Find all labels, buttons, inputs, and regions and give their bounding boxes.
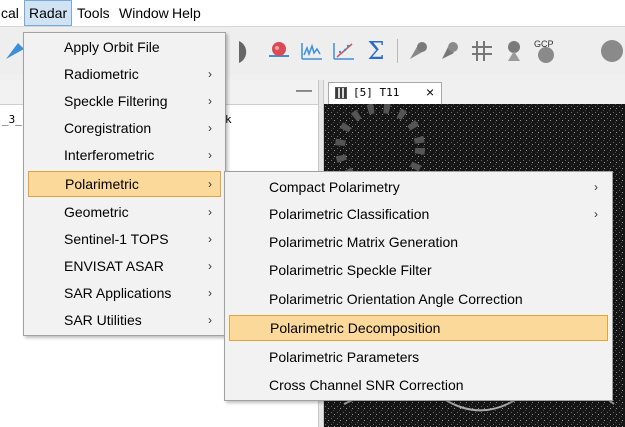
menu-item-label: Polarimetric Decomposition (270, 320, 441, 336)
submenu-arrow-icon: › (208, 67, 212, 81)
menu-bar: cal Radar Tools Window Help (0, 0, 625, 27)
menu-item-radiometric[interactable]: Radiometric › (28, 61, 221, 87)
menu-item-sar-applications[interactable]: SAR Applications › (28, 280, 221, 306)
tab-t11[interactable]: [5] T11 × (328, 82, 442, 104)
menu-item-speckle-filtering[interactable]: Speckle Filtering › (28, 88, 221, 114)
menu-item-label: Radiometric (64, 66, 139, 82)
menu-item-label: Coregistration (64, 120, 152, 136)
menu-item-label: Polarimetric Speckle Filter (269, 262, 432, 278)
submenu-arrow-icon: › (208, 177, 212, 191)
pin-placing-icon[interactable] (500, 37, 528, 65)
menu-item-sentinel-1-tops[interactable]: Sentinel-1 TOPS › (28, 226, 221, 252)
sigma-statistics-icon[interactable]: Σ (362, 37, 390, 65)
tab-label: [5] T11 (353, 86, 400, 99)
menu-item-label: Interferometric (64, 147, 155, 163)
gcp-manager-icon[interactable] (598, 37, 625, 65)
radar-menu: Apply Orbit File Radiometric › Speckle Fi… (23, 32, 226, 336)
menu-item-label: Polarimetric Matrix Generation (269, 234, 459, 250)
menu-item-polarimetric-matrix-generation[interactable]: Polarimetric Matrix Generation (229, 229, 608, 255)
toolbar-separator (397, 39, 398, 63)
submenu-arrow-icon: › (208, 148, 212, 162)
menu-item-label: Polarimetric Classification (269, 206, 430, 222)
brain-analysis-icon[interactable] (265, 37, 293, 65)
menu-item-polarimetric-decomposition[interactable]: Polarimetric Decomposition (229, 315, 608, 341)
menu-window[interactable]: Window (115, 0, 173, 26)
gcp-tool-icon[interactable]: GCP (532, 37, 560, 65)
menu-item-polarimetric-speckle-filter[interactable]: Polarimetric Speckle Filter (229, 257, 608, 283)
menu-item-label: Speckle Filtering (64, 93, 168, 109)
menu-item-compact-polarimetry[interactable]: Compact Polarimetry › (229, 174, 608, 200)
scatter-plot-icon[interactable] (330, 37, 358, 65)
menu-item-coregistration[interactable]: Coregistration › (28, 115, 221, 141)
submenu-arrow-icon: › (594, 180, 598, 194)
menu-item-label: Geometric (64, 204, 129, 220)
menu-item-apply-orbit-file[interactable]: Apply Orbit File (28, 34, 221, 60)
menu-item-polarimetric-parameters[interactable]: Polarimetric Parameters (229, 344, 608, 370)
gcp-label: GCP (534, 39, 554, 49)
menu-item-label: SAR Utilities (64, 312, 142, 328)
menu-item-label: Compact Polarimetry (269, 179, 400, 195)
menu-item-cross-channel-snr-correction[interactable]: Cross Channel SNR Correction (229, 372, 608, 398)
menu-item-sar-utilities[interactable]: SAR Utilities › (28, 307, 221, 333)
menu-item-polarimetric[interactable]: Polarimetric › (28, 171, 221, 197)
menu-item-label: Apply Orbit File (64, 39, 160, 55)
menu-optical-partial[interactable]: cal (0, 0, 23, 26)
menu-item-interferometric[interactable]: Interferometric › (28, 142, 221, 168)
menu-item-label: SAR Applications (64, 285, 172, 301)
polarimetric-submenu: Compact Polarimetry › Polarimetric Classi… (224, 171, 613, 401)
submenu-arrow-icon: › (208, 259, 212, 273)
image-view-icon (335, 87, 347, 99)
menu-item-label: ENVISAT ASAR (64, 258, 164, 274)
menu-item-label: Polarimetric Orientation Angle Correctio… (269, 291, 523, 307)
menu-item-geometric[interactable]: Geometric › (28, 199, 221, 225)
submenu-arrow-icon: › (208, 94, 212, 108)
submenu-arrow-icon: › (208, 205, 212, 219)
pin-tool-icon[interactable] (404, 37, 432, 65)
menu-item-label: Sentinel-1 TOPS (64, 231, 169, 247)
menu-item-envisat-asar[interactable]: ENVISAT ASAR › (28, 253, 221, 279)
half-circle-icon[interactable] (235, 37, 263, 65)
submenu-arrow-icon: › (208, 286, 212, 300)
image-tab-bar: [5] T11 × (324, 80, 625, 104)
submenu-arrow-icon: › (594, 207, 598, 221)
menu-item-label: Polarimetric Parameters (269, 349, 420, 365)
menu-help[interactable]: Help (168, 0, 205, 26)
menu-radar[interactable]: Radar (24, 0, 73, 26)
menu-item-label: Cross Channel SNR Correction (269, 377, 464, 393)
menu-item-polarimetric-classification[interactable]: Polarimetric Classification › (229, 201, 608, 227)
grid-tool-icon[interactable] (468, 37, 496, 65)
minimize-button[interactable]: — (296, 82, 312, 100)
spectrum-plot-icon[interactable] (298, 37, 326, 65)
submenu-arrow-icon: › (208, 232, 212, 246)
menu-item-polarimetric-orientation-angle-correction[interactable]: Polarimetric Orientation Angle Correctio… (229, 286, 608, 312)
menu-tools[interactable]: Tools (73, 0, 114, 26)
submenu-arrow-icon: › (208, 121, 212, 135)
tab-close-button[interactable]: × (426, 84, 434, 100)
menu-item-label: Polarimetric (65, 176, 139, 192)
submenu-arrow-icon: › (208, 313, 212, 327)
pin-manager-icon[interactable] (436, 37, 464, 65)
